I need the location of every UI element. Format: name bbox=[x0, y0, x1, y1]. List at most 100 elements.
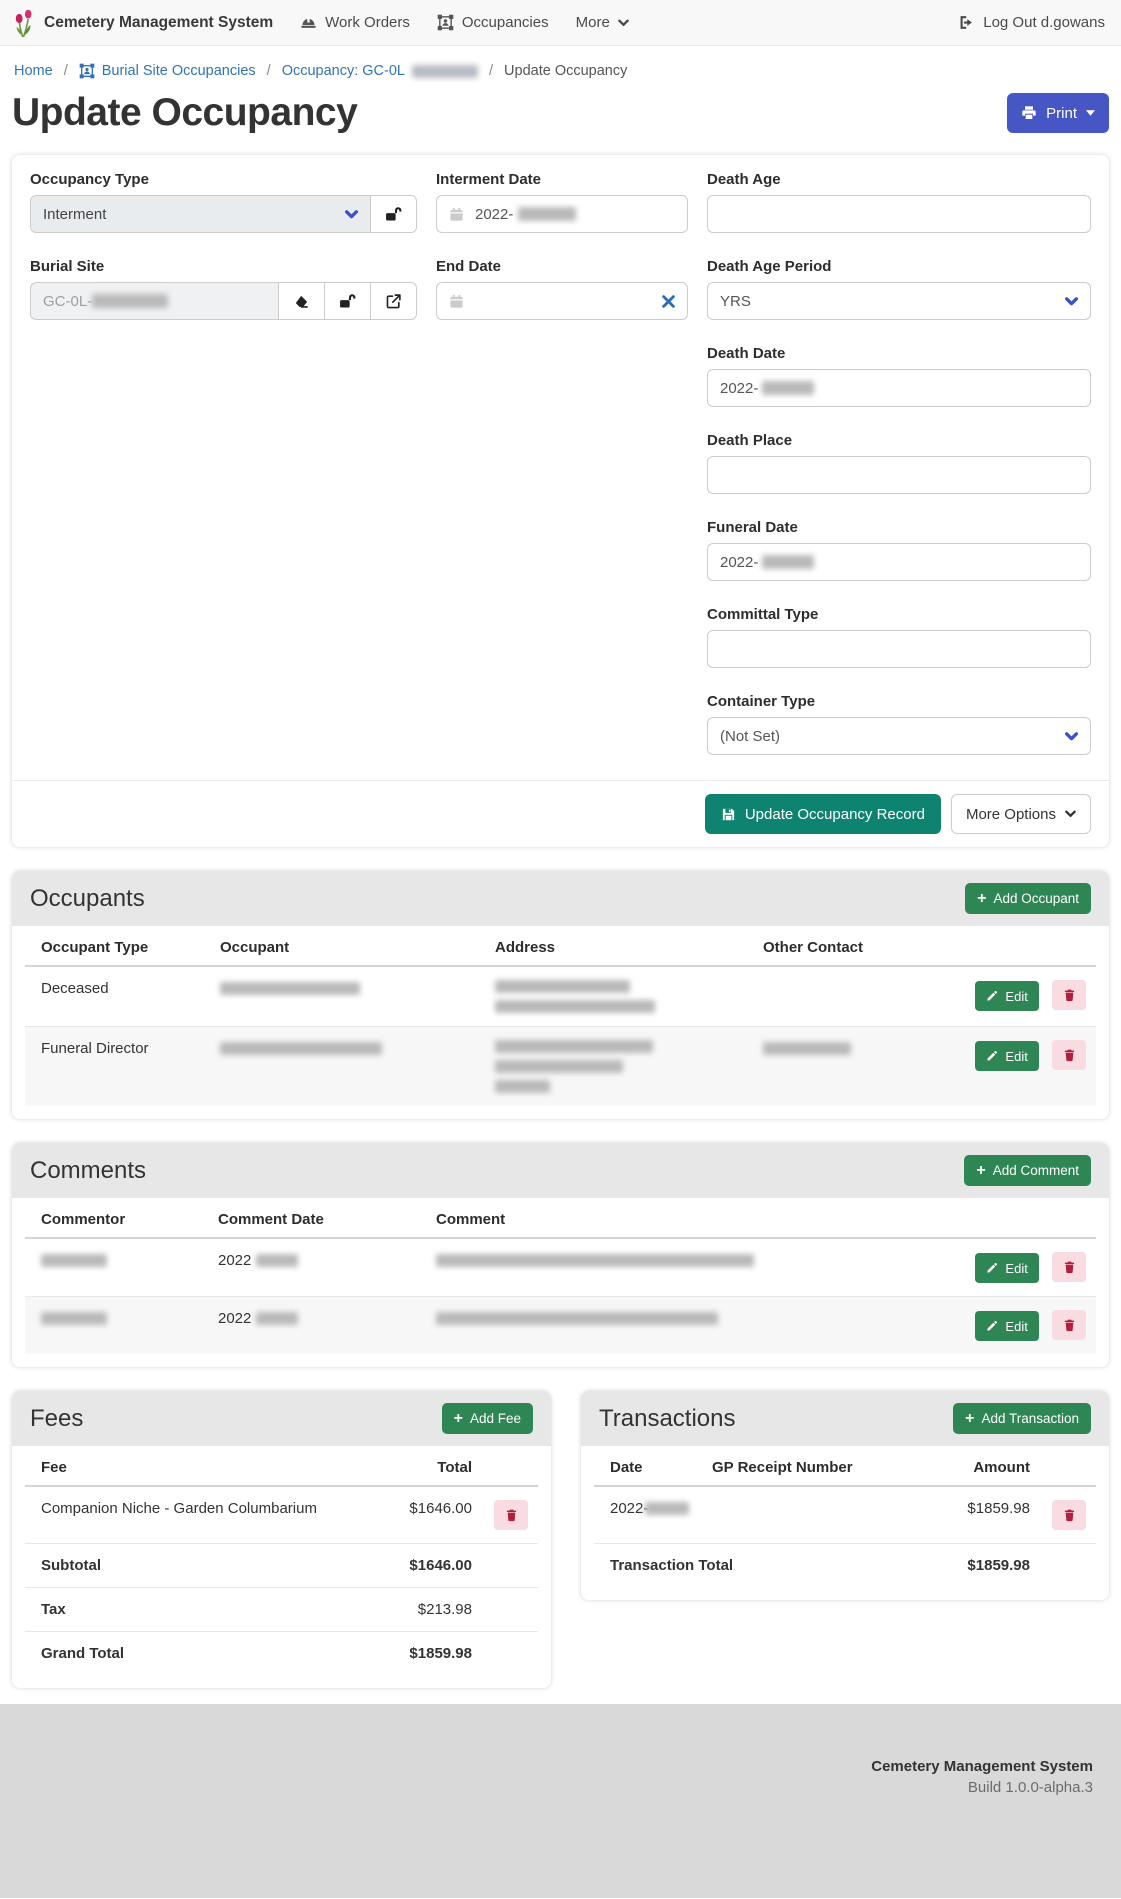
redacted-text bbox=[495, 1040, 653, 1053]
transaction-total-value: $1859.98 bbox=[930, 1544, 1040, 1588]
breadcrumb-current: Update Occupancy bbox=[504, 63, 627, 79]
transactions-table: Date GP Receipt Number Amount 2022- $185… bbox=[594, 1446, 1096, 1587]
commentor-cell bbox=[25, 1297, 208, 1355]
delete-occupant-button[interactable] bbox=[1052, 980, 1086, 1010]
nav-item-more[interactable]: More bbox=[576, 14, 629, 31]
field-label: Interment Date bbox=[436, 171, 688, 188]
breadcrumb-occupancy-link[interactable]: Occupancy: GC-0L bbox=[282, 63, 478, 79]
row-actions: Edit bbox=[965, 1297, 1096, 1355]
add-fee-button[interactable]: + Add Fee bbox=[442, 1403, 533, 1434]
delete-fee-button[interactable] bbox=[494, 1500, 528, 1530]
redacted-text bbox=[518, 207, 576, 221]
field-label: Container Type bbox=[707, 693, 1091, 710]
death-age-period-select[interactable]: YRS bbox=[707, 282, 1091, 320]
delete-occupant-button[interactable] bbox=[1052, 1040, 1086, 1070]
breadcrumb-occupancies-link[interactable]: Burial Site Occupancies bbox=[79, 63, 256, 79]
death-date-input[interactable]: 2022- bbox=[707, 369, 1091, 407]
table-row: Deceased Edit bbox=[25, 966, 1096, 1027]
death-age-input[interactable] bbox=[707, 195, 1091, 233]
subtotal-value: $1646.00 bbox=[372, 1544, 482, 1588]
add-comment-button[interactable]: + Add Comment bbox=[964, 1155, 1091, 1186]
nav-item-label: Occupancies bbox=[462, 14, 549, 31]
row-actions bbox=[482, 1486, 538, 1544]
funeral-date-input[interactable]: 2022- bbox=[707, 543, 1091, 581]
unlock-burial-site-button[interactable] bbox=[324, 282, 371, 320]
end-date-input[interactable] bbox=[436, 282, 688, 320]
occupancies-icon bbox=[437, 14, 454, 31]
top-navbar: Cemetery Management System Work Orders O… bbox=[0, 0, 1121, 46]
tax-label: Tax bbox=[25, 1588, 372, 1632]
plus-icon: + bbox=[965, 1411, 974, 1427]
plus-icon: + bbox=[454, 1411, 463, 1427]
chevron-down-icon bbox=[345, 210, 358, 219]
field-label: Funeral Date bbox=[707, 519, 1091, 536]
breadcrumb-home-link[interactable]: Home bbox=[14, 63, 53, 79]
occupancy-type-select[interactable]: Interment bbox=[30, 195, 371, 233]
death-place-field: Death Place bbox=[707, 432, 1091, 494]
redacted-text bbox=[256, 1254, 298, 1267]
button-label: Update Occupancy Record bbox=[745, 806, 925, 823]
calendar-icon bbox=[449, 207, 464, 222]
unlock-icon bbox=[339, 293, 356, 310]
page-title: Update Occupancy bbox=[12, 91, 357, 135]
clear-end-date-button[interactable] bbox=[662, 295, 675, 308]
occupancies-icon bbox=[79, 63, 95, 79]
print-button[interactable]: Print bbox=[1007, 93, 1109, 133]
edit-comment-button[interactable]: Edit bbox=[975, 1311, 1038, 1341]
select-value: YRS bbox=[720, 293, 751, 310]
app-brand[interactable]: Cemetery Management System bbox=[12, 8, 273, 38]
eraser-icon bbox=[293, 293, 310, 310]
delete-comment-button[interactable] bbox=[1052, 1310, 1086, 1340]
logout-label: Log Out d.gowans bbox=[983, 14, 1105, 31]
trash-icon bbox=[1063, 1260, 1076, 1274]
delete-comment-button[interactable] bbox=[1052, 1252, 1086, 1282]
field-label: Occupancy Type bbox=[30, 171, 417, 188]
add-occupant-button[interactable]: + Add Occupant bbox=[965, 883, 1091, 914]
fees-transactions-row: Fees + Add Fee Fee Total Companion Niche… bbox=[12, 1391, 1109, 1688]
more-options-button[interactable]: More Options bbox=[951, 794, 1091, 834]
plus-icon: + bbox=[977, 891, 986, 907]
row-actions: Edit bbox=[965, 1238, 1096, 1297]
burial-site-input[interactable]: GC-0L- bbox=[30, 282, 279, 320]
field-label: End Date bbox=[436, 258, 688, 275]
comment-cell bbox=[426, 1297, 965, 1355]
comment-date-cell: 2022 bbox=[208, 1238, 426, 1297]
trash-icon bbox=[505, 1508, 518, 1522]
subtotal-row: Subtotal $1646.00 bbox=[25, 1544, 538, 1588]
calendar-icon bbox=[449, 294, 464, 309]
select-value: (Not Set) bbox=[720, 728, 780, 745]
footer-app-name: Cemetery Management System bbox=[28, 1758, 1093, 1775]
container-type-select[interactable]: (Not Set) bbox=[707, 717, 1091, 755]
edit-occupant-button[interactable]: Edit bbox=[975, 1041, 1038, 1071]
interment-date-input[interactable]: 2022- bbox=[436, 195, 688, 233]
committal-type-input[interactable] bbox=[707, 630, 1091, 668]
add-transaction-button[interactable]: + Add Transaction bbox=[953, 1403, 1091, 1434]
button-label: Edit bbox=[1005, 1319, 1027, 1334]
hard-hat-icon bbox=[300, 14, 317, 31]
nav-item-label: More bbox=[576, 14, 610, 31]
breadcrumb-label: Occupancy: GC-0L bbox=[282, 63, 405, 79]
clear-burial-site-button[interactable] bbox=[278, 282, 325, 320]
select-value: Interment bbox=[43, 206, 106, 223]
death-place-input[interactable] bbox=[707, 456, 1091, 494]
edit-occupant-button[interactable]: Edit bbox=[975, 981, 1038, 1011]
row-actions: Edit bbox=[965, 1027, 1096, 1107]
open-burial-site-button[interactable] bbox=[370, 282, 417, 320]
gp-receipt-cell bbox=[702, 1486, 930, 1544]
transaction-date-cell: 2022- bbox=[594, 1486, 702, 1544]
other-contact-cell bbox=[753, 966, 965, 1027]
unlock-occupancy-type-button[interactable] bbox=[370, 195, 417, 233]
occupant-cell bbox=[210, 966, 485, 1027]
delete-transaction-button[interactable] bbox=[1052, 1500, 1086, 1530]
plus-icon: + bbox=[976, 1163, 985, 1179]
end-date-field: End Date bbox=[436, 258, 688, 320]
logout-button[interactable]: Log Out d.gowans bbox=[957, 14, 1105, 31]
nav-item-work-orders[interactable]: Work Orders bbox=[300, 14, 410, 31]
form-actions: Update Occupancy Record More Options bbox=[12, 780, 1109, 847]
update-occupancy-button[interactable]: Update Occupancy Record bbox=[705, 794, 941, 834]
occupant-type-cell: Deceased bbox=[25, 966, 210, 1027]
field-label: Death Age bbox=[707, 171, 1091, 188]
edit-comment-button[interactable]: Edit bbox=[975, 1253, 1038, 1283]
nav-item-occupancies[interactable]: Occupancies bbox=[437, 14, 549, 31]
pencil-icon bbox=[986, 1320, 998, 1332]
